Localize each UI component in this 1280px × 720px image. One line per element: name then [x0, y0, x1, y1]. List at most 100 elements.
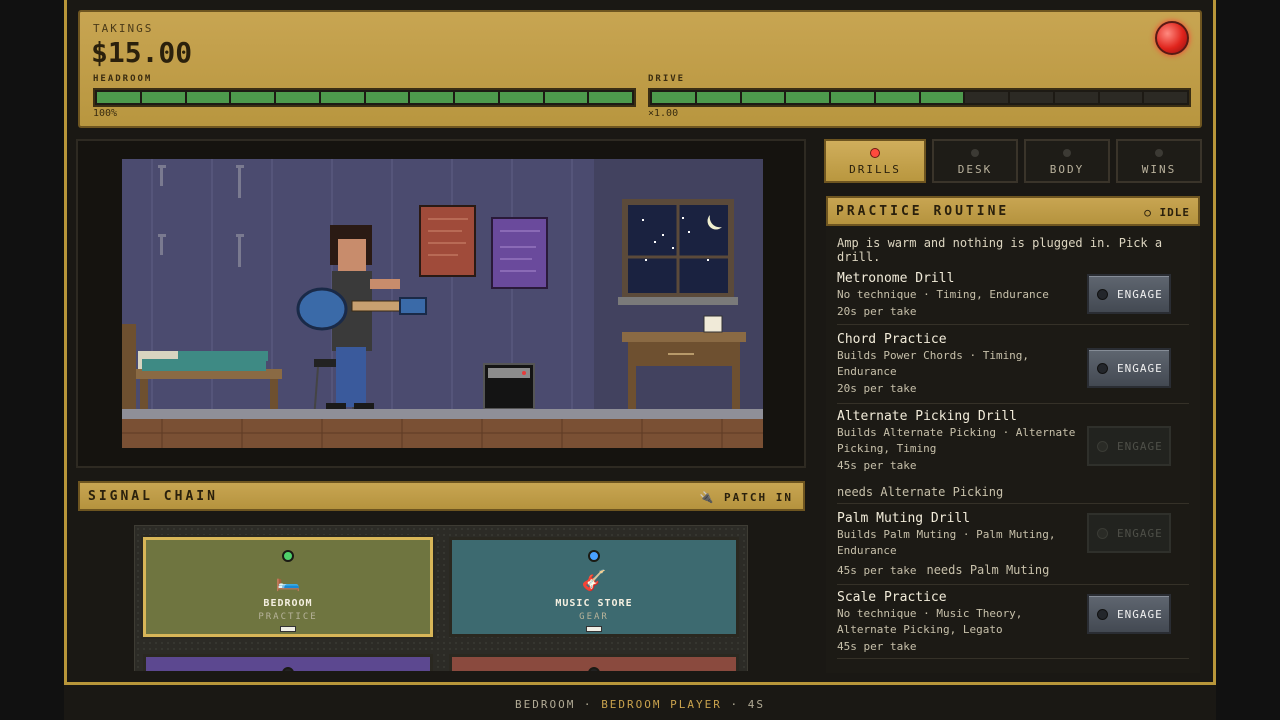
engage-led-icon [1097, 441, 1108, 452]
tab-bar: DRILLS DESK BODY WINS [824, 139, 1202, 183]
tab-led-icon [1063, 149, 1071, 157]
drive-segment [786, 92, 829, 103]
headroom-segment [141, 92, 185, 103]
routine-status: ○ IDLE [1144, 206, 1190, 219]
location-node-music-store[interactable]: 🎸 MUSIC STORE GEAR [449, 537, 739, 637]
drill-description: Builds Alternate Picking · Alternate Pic… [837, 426, 1076, 455]
node-jack-icon [280, 626, 296, 632]
location-icon: 🎸 [581, 568, 607, 592]
drive-segment [831, 92, 874, 103]
drive-segment [875, 92, 919, 103]
engage-button: ENGAGE [1087, 426, 1171, 466]
drive-segment [1010, 92, 1053, 103]
engage-led-icon [1097, 528, 1108, 539]
engage-label: ENGAGE [1117, 439, 1163, 453]
headroom-segment [320, 92, 364, 103]
headroom-segment [186, 92, 230, 103]
headroom-segment [276, 92, 319, 103]
routine-intro: Amp is warm and nothing is plugged in. P… [837, 236, 1163, 264]
tab-wins[interactable]: WINS [1116, 139, 1202, 183]
engage-led-icon [1097, 363, 1108, 374]
drill-description: Builds Power Chords · Timing, Endurance [837, 349, 1030, 378]
drill-row: Alternate Picking Drill Builds Alternate … [837, 408, 1189, 504]
headroom-label: HEADROOM [93, 74, 153, 84]
node-status-led-icon [588, 667, 600, 671]
drill-row: Palm Muting Drill Builds Palm Muting · Pa… [837, 510, 1189, 585]
tab-desk[interactable]: DESK [932, 139, 1018, 183]
status-footer: BEDROOM · BEDROOM PLAYER · 4S [64, 682, 1216, 720]
headroom-meter [93, 88, 636, 107]
headroom-segment [410, 92, 453, 103]
location-icon: 🛏️ [275, 568, 301, 592]
headroom-segment [365, 92, 409, 103]
engage-button[interactable]: ENGAGE [1087, 348, 1171, 388]
engage-led-icon [1097, 609, 1108, 620]
node-jack-icon [586, 626, 602, 632]
drive-meter [648, 88, 1191, 107]
drive-segment [652, 92, 695, 103]
location-name: BEDROOM [263, 598, 313, 609]
drive-segment [1054, 92, 1098, 103]
scene-panel [76, 139, 806, 468]
engage-button: ENGAGE [1087, 513, 1171, 553]
signal-chain-header: SIGNAL CHAIN 🔌 PATCH IN [78, 481, 805, 511]
practice-routine-title: PRACTICE ROUTINE [836, 204, 1010, 219]
headroom-segment [544, 92, 588, 103]
footer-location: BEDROOM [514, 698, 576, 711]
drill-description: No technique · Timing, Endurance [837, 288, 1049, 301]
drill-description: No technique · Music Theory, Alternate P… [837, 607, 1023, 636]
engage-label: ENGAGE [1117, 607, 1163, 621]
drill-name: Alternate Picking Drill [837, 409, 1018, 424]
drive-segment [1144, 92, 1187, 103]
record-button[interactable] [1155, 21, 1189, 55]
drill-duration: 45s per take [837, 564, 917, 577]
tab-body[interactable]: BODY [1024, 139, 1110, 183]
drive-label: DRIVE [648, 74, 686, 84]
location-node-locked[interactable] [143, 654, 433, 671]
node-status-led-icon [282, 550, 294, 562]
drive-segment [965, 92, 1008, 103]
node-status-led-icon [588, 550, 600, 562]
location-type: GEAR [579, 612, 609, 622]
practice-routine-header: PRACTICE ROUTINE ○ IDLE [826, 196, 1200, 226]
bedroom-scene [122, 159, 763, 448]
drill-name: Chord Practice [837, 332, 947, 347]
drill-description: Builds Palm Muting · Palm Muting, Endura… [837, 528, 1056, 557]
tab-led-icon [870, 148, 880, 158]
tab-drills[interactable]: DRILLS [824, 139, 926, 183]
footer-text: BEDROOM · BEDROOM PLAYER · 4S [514, 698, 766, 711]
headroom-segment [455, 92, 498, 103]
practice-routine-list: Amp is warm and nothing is plugged in. P… [826, 226, 1200, 673]
drive-segment [741, 92, 785, 103]
location-node-locked[interactable] [449, 654, 739, 671]
engage-label: ENGAGE [1117, 361, 1163, 375]
engage-label: ENGAGE [1117, 526, 1163, 540]
patch-board: 🛏️ BEDROOM PRACTICE 🎸 MUSIC STORE GEAR [134, 525, 748, 671]
headroom-segment [97, 92, 140, 103]
location-type: PRACTICE [258, 612, 318, 622]
drive-segment [696, 92, 740, 103]
tab-label: DRILLS [849, 163, 901, 176]
patch-in-button[interactable]: 🔌 PATCH IN [700, 491, 793, 504]
drive-segment [1099, 92, 1143, 103]
tab-label: BODY [1049, 163, 1085, 176]
engage-button[interactable]: ENGAGE [1087, 594, 1171, 634]
footer-time: 4S [747, 698, 766, 711]
takings-value: $15.00 [91, 36, 193, 69]
drill-requirement: needs Alternate Picking [837, 485, 1004, 499]
location-node-bedroom[interactable]: 🛏️ BEDROOM PRACTICE [143, 537, 433, 637]
drill-row: Metronome Drill No technique · Timing, En… [837, 270, 1189, 325]
engage-label: ENGAGE [1117, 287, 1163, 301]
signal-chain-title: SIGNAL CHAIN [88, 489, 218, 504]
tab-label: WINS [1141, 163, 1177, 176]
headroom-segment [589, 92, 632, 103]
footer-rank: BEDROOM PLAYER [601, 698, 722, 711]
engage-button[interactable]: ENGAGE [1087, 274, 1171, 314]
engage-led-icon [1097, 289, 1108, 300]
node-status-led-icon [282, 667, 294, 671]
drill-row: Chord Practice Builds Power Chords · Timi… [837, 331, 1189, 404]
headroom-segment [499, 92, 543, 103]
drive-value: ×1.00 [648, 108, 679, 119]
takings-label: TAKINGS [93, 22, 154, 35]
headroom-segment [231, 92, 274, 103]
